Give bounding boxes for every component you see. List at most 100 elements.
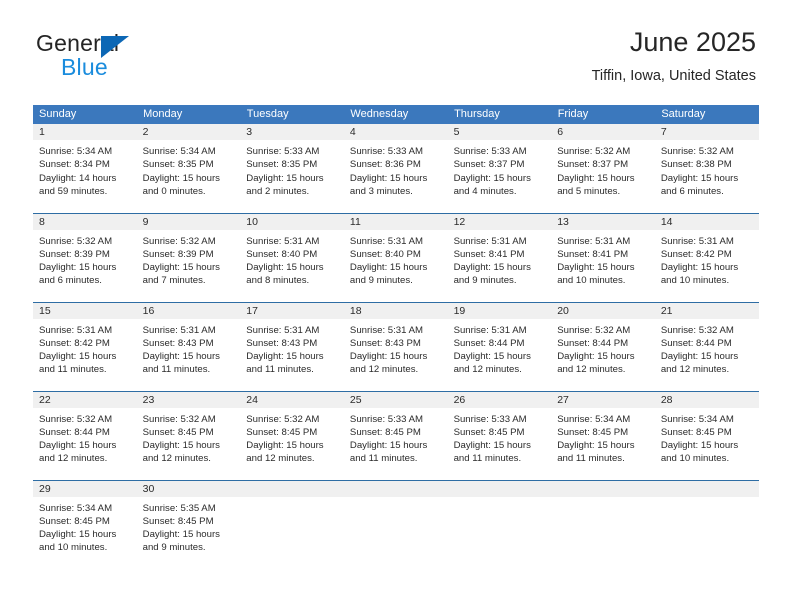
daylight-text-line1: Daylight: 15 hours <box>39 440 117 452</box>
daylight-text-line1: Daylight: 15 hours <box>246 262 324 274</box>
weekday-header-friday: Friday <box>551 105 656 124</box>
sunset-text: Sunset: 8:39 PM <box>142 248 214 260</box>
calendar-week-row: 8 Sunrise: 5:32 AM Sunset: 8:39 PM Dayli… <box>33 212 759 302</box>
day-cell[interactable]: 15 Sunrise: 5:31 AM Sunset: 8:42 PM Dayl… <box>33 301 137 391</box>
day-cell[interactable]: 3 Sunrise: 5:33 AM Sunset: 8:35 PM Dayli… <box>240 124 344 213</box>
day-cell[interactable]: 17 Sunrise: 5:31 AM Sunset: 8:43 PM Dayl… <box>240 301 344 391</box>
page-subtitle: Tiffin, Iowa, United States <box>591 68 756 84</box>
day-cell[interactable]: 5 Sunrise: 5:33 AM Sunset: 8:37 PM Dayli… <box>447 124 552 213</box>
day-cell[interactable]: 26 Sunrise: 5:33 AM Sunset: 8:45 PM Dayl… <box>447 390 552 480</box>
daylight-text-line1: Daylight: 15 hours <box>142 529 220 541</box>
daylight-text-line2: and 0 minutes. <box>142 185 206 197</box>
day-number: 16 <box>136 302 241 319</box>
day-cell[interactable]: 12 Sunrise: 5:31 AM Sunset: 8:41 PM Dayl… <box>447 212 552 302</box>
day-cell[interactable]: 7 Sunrise: 5:32 AM Sunset: 8:38 PM Dayli… <box>654 124 759 213</box>
day-details: Sunrise: 5:33 AM Sunset: 8:45 PM Dayligh… <box>448 408 552 466</box>
day-details: Sunrise: 5:32 AM Sunset: 8:44 PM Dayligh… <box>551 319 655 377</box>
day-cell[interactable]: 10 Sunrise: 5:31 AM Sunset: 8:40 PM Dayl… <box>240 212 344 302</box>
daylight-text-line2: and 10 minutes. <box>660 275 730 287</box>
day-cell[interactable]: 30 Sunrise: 5:35 AM Sunset: 8:45 PM Dayl… <box>136 479 241 569</box>
sunset-text: Sunset: 8:40 PM <box>349 248 421 260</box>
sunset-text: Sunset: 8:35 PM <box>142 159 214 171</box>
day-cell[interactable]: 11 Sunrise: 5:31 AM Sunset: 8:40 PM Dayl… <box>343 212 448 302</box>
day-cell[interactable]: 8 Sunrise: 5:32 AM Sunset: 8:39 PM Dayli… <box>33 212 137 302</box>
sunset-text: Sunset: 8:43 PM <box>142 337 214 349</box>
sunset-text: Sunset: 8:44 PM <box>660 337 732 349</box>
day-cell[interactable]: 28 Sunrise: 5:34 AM Sunset: 8:45 PM Dayl… <box>654 390 759 480</box>
day-cell[interactable]: 9 Sunrise: 5:32 AM Sunset: 8:39 PM Dayli… <box>136 212 241 302</box>
day-cell-empty <box>551 479 655 569</box>
sunrise-text: Sunrise: 5:32 AM <box>660 324 734 336</box>
sunrise-text: Sunrise: 5:32 AM <box>557 146 631 157</box>
day-cell[interactable]: 27 Sunrise: 5:34 AM Sunset: 8:45 PM Dayl… <box>551 390 655 480</box>
sunrise-text: Sunrise: 5:33 AM <box>349 413 423 425</box>
sunrise-sunset-calendar-table: Sunday Monday Tuesday Wednesday Thursday… <box>33 105 759 569</box>
day-cell[interactable]: 1 Sunrise: 5:34 AM Sunset: 8:34 PM Dayli… <box>33 124 137 213</box>
day-cell[interactable]: 19 Sunrise: 5:31 AM Sunset: 8:44 PM Dayl… <box>447 301 552 391</box>
sunrise-text: Sunrise: 5:33 AM <box>453 146 527 157</box>
day-cell[interactable]: 2 Sunrise: 5:34 AM Sunset: 8:35 PM Dayli… <box>136 124 241 213</box>
sunset-text: Sunset: 8:36 PM <box>349 159 421 171</box>
day-cell[interactable]: 18 Sunrise: 5:31 AM Sunset: 8:43 PM Dayl… <box>343 301 448 391</box>
daylight-text-line2: and 12 minutes. <box>557 364 626 376</box>
page-header: General Blue June 2025 Tiffin, Iowa, Uni… <box>0 0 792 100</box>
day-details: Sunrise: 5:34 AM Sunset: 8:34 PM Dayligh… <box>33 140 137 198</box>
day-cell[interactable]: 24 Sunrise: 5:32 AM Sunset: 8:45 PM Dayl… <box>240 390 344 480</box>
daylight-text-line1: Daylight: 15 hours <box>39 529 117 541</box>
sunrise-text: Sunrise: 5:32 AM <box>557 324 631 336</box>
day-cell[interactable]: 25 Sunrise: 5:33 AM Sunset: 8:45 PM Dayl… <box>343 390 448 480</box>
day-cell[interactable]: 29 Sunrise: 5:34 AM Sunset: 8:45 PM Dayl… <box>33 479 137 569</box>
sunset-text: Sunset: 8:45 PM <box>142 426 214 438</box>
sunset-text: Sunset: 8:41 PM <box>453 248 525 260</box>
day-cell[interactable]: 20 Sunrise: 5:32 AM Sunset: 8:44 PM Dayl… <box>551 301 655 391</box>
daylight-text-line1: Daylight: 15 hours <box>39 351 117 363</box>
sunset-text: Sunset: 8:43 PM <box>349 337 421 349</box>
day-cell[interactable]: 14 Sunrise: 5:31 AM Sunset: 8:42 PM Dayl… <box>654 212 759 302</box>
sunrise-text: Sunrise: 5:32 AM <box>660 146 734 157</box>
day-number: 1 <box>33 124 137 140</box>
daylight-text-line1: Daylight: 15 hours <box>557 262 635 274</box>
daylight-text-line2: and 11 minutes. <box>349 453 418 465</box>
daylight-text-line1: Daylight: 15 hours <box>246 172 324 184</box>
day-details: Sunrise: 5:34 AM Sunset: 8:45 PM Dayligh… <box>655 408 759 466</box>
daylight-text-line2: and 12 minutes. <box>453 364 522 376</box>
day-details: Sunrise: 5:31 AM Sunset: 8:42 PM Dayligh… <box>655 230 759 288</box>
sunrise-text: Sunrise: 5:32 AM <box>246 413 320 425</box>
day-number: 2 <box>136 124 241 140</box>
daylight-text-line1: Daylight: 15 hours <box>39 262 117 274</box>
day-cell[interactable]: 21 Sunrise: 5:32 AM Sunset: 8:44 PM Dayl… <box>654 301 759 391</box>
day-cell[interactable]: 16 Sunrise: 5:31 AM Sunset: 8:43 PM Dayl… <box>136 301 241 391</box>
day-cell[interactable]: 6 Sunrise: 5:32 AM Sunset: 8:37 PM Dayli… <box>551 124 655 213</box>
weekday-header-monday: Monday <box>136 105 241 124</box>
daylight-text-line1: Daylight: 15 hours <box>557 440 635 452</box>
daylight-text-line1: Daylight: 14 hours <box>39 172 117 184</box>
calendar-week-row: 29 Sunrise: 5:34 AM Sunset: 8:45 PM Dayl… <box>33 479 759 569</box>
daylight-text-line1: Daylight: 15 hours <box>557 172 635 184</box>
daylight-text-line1: Daylight: 15 hours <box>349 351 428 363</box>
day-number: 15 <box>33 302 137 319</box>
day-details: Sunrise: 5:32 AM Sunset: 8:45 PM Dayligh… <box>240 408 344 466</box>
weekday-header-tuesday: Tuesday <box>240 105 345 124</box>
day-cell[interactable]: 13 Sunrise: 5:31 AM Sunset: 8:41 PM Dayl… <box>551 212 655 302</box>
day-number: 28 <box>654 391 759 408</box>
day-details: Sunrise: 5:31 AM Sunset: 8:40 PM Dayligh… <box>240 230 344 288</box>
sunset-text: Sunset: 8:44 PM <box>453 337 525 349</box>
daylight-text-line1: Daylight: 15 hours <box>557 351 635 363</box>
calendar-week-row: 1 Sunrise: 5:34 AM Sunset: 8:34 PM Dayli… <box>33 124 759 213</box>
daylight-text-line1: Daylight: 15 hours <box>142 351 220 363</box>
generalblue-logo[interactable]: General Blue <box>36 30 236 82</box>
day-details: Sunrise: 5:33 AM Sunset: 8:36 PM Dayligh… <box>344 140 448 198</box>
daylight-text-line1: Daylight: 15 hours <box>246 440 324 452</box>
day-number: 10 <box>240 213 344 230</box>
title-block: June 2025 Tiffin, Iowa, United States <box>592 26 756 85</box>
daylight-text-line1: Daylight: 15 hours <box>660 440 739 452</box>
calendar-header-row: Sunday Monday Tuesday Wednesday Thursday… <box>33 105 759 124</box>
daylight-text-line2: and 9 minutes. <box>142 542 206 554</box>
sunset-text: Sunset: 8:45 PM <box>557 426 629 438</box>
day-cell[interactable]: 23 Sunrise: 5:32 AM Sunset: 8:45 PM Dayl… <box>136 390 241 480</box>
day-number: 9 <box>136 213 241 230</box>
day-cell[interactable]: 22 Sunrise: 5:32 AM Sunset: 8:44 PM Dayl… <box>33 390 137 480</box>
day-cell[interactable]: 4 Sunrise: 5:33 AM Sunset: 8:36 PM Dayli… <box>343 124 448 213</box>
logo-text-blue: Blue <box>61 54 108 80</box>
daylight-text-line2: and 10 minutes. <box>557 275 626 287</box>
